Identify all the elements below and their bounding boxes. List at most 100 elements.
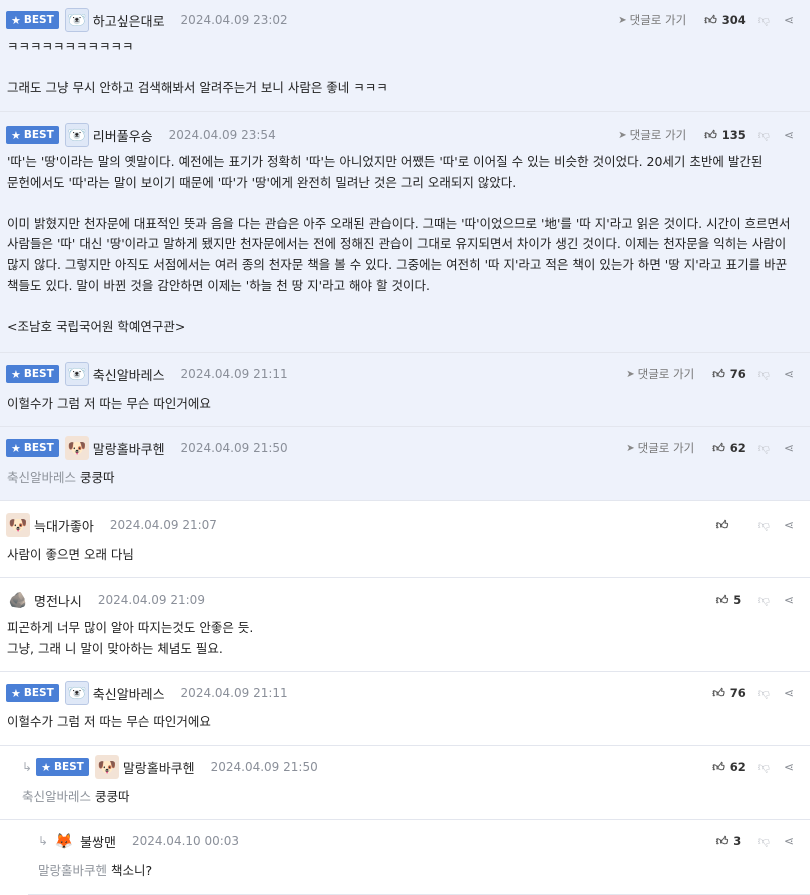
thumbs-down-icon[interactable]: 👎︎ [758, 441, 770, 456]
reply-link[interactable]: ➤ 댓글로 가기 [618, 127, 686, 143]
nickname[interactable]: 축신알바레스 [93, 365, 165, 384]
mention[interactable]: 축신알바레스 [7, 470, 76, 485]
comment-body: '따'는 '땅'이라는 말의 옛말이다. 예전에는 표기가 정확히 '따'는 아… [7, 154, 791, 334]
share-icon[interactable]: ⋖ [784, 760, 794, 774]
reply-link[interactable]: ➤ 댓글로 가기 [626, 440, 694, 456]
thumbs-down-icon[interactable]: 👎︎ [758, 367, 770, 382]
comment-item: ★ BEST 🐻‍❄️ 축신알바레스 2024.04.09 21:11 👍︎ 76 … [0, 672, 810, 746]
nickname[interactable]: 말랑홀바쿠헨 [93, 439, 165, 458]
comment-date: 2024.04.09 21:07 [109, 518, 217, 532]
comment-actions: ➤ 댓글로 가기 👍︎ 76 👎︎ ⋖ [626, 363, 794, 385]
comment-item: ★ BEST 🐻‍❄️ 축신알바레스 2024.04.09 21:11 ➤ 댓글로 … [0, 353, 810, 427]
comment-item: ★ BEST 🐻‍❄️ 리버풀우승 2024.04.09 23:54 ➤ 댓글로 가… [0, 112, 810, 353]
comment-item: ★ BEST 🐶 말랑홀바쿠헨 2024.04.09 21:50 ➤ 댓글로 가기 … [0, 427, 810, 501]
share-icon[interactable]: ⋖ [784, 834, 794, 848]
nickname[interactable]: 말랑홀바쿠헨 [123, 758, 195, 777]
mention[interactable]: 축신알바레스 [22, 789, 91, 804]
nickname[interactable]: 축신알바레스 [93, 684, 165, 703]
comment-body: 사람이 좋으면 오래 다님 [7, 547, 134, 562]
comment-text: 책소니? [111, 863, 153, 878]
like-button[interactable]: 👍︎ 304 [704, 13, 746, 28]
like-button[interactable]: 👍︎ [716, 518, 746, 533]
thumbs-up-icon: 👍︎ [715, 592, 729, 607]
avatar[interactable]: 🦊 [52, 829, 76, 853]
comment-item: ★ BEST 🐻‍❄️ 하고싶은대로 2024.04.09 23:02 ➤ 댓글로 … [0, 0, 810, 112]
comment-body: 피곤하게 너무 많이 알아 따지는것도 안좋은 듯. 그냥, 그래 니 말이 맞… [7, 620, 254, 656]
thumbs-up-icon: 👍︎ [715, 833, 729, 848]
comment-body: 이헐수가 그럼 저 따는 무슨 따인거에요 [7, 396, 211, 411]
thumbs-up-icon: 👍︎ [712, 440, 725, 455]
comment-body: 말랑홀바쿠헨 책소니? [38, 861, 798, 882]
avatar[interactable]: 🪨 [6, 588, 30, 612]
like-count: 304 [721, 13, 746, 27]
like-button[interactable]: 👍︎ 5 [716, 593, 746, 608]
share-icon[interactable]: ⋖ [784, 686, 794, 700]
thumbs-down-icon[interactable]: 👎︎ [758, 13, 770, 28]
thumbs-down-icon[interactable]: 👎︎ [758, 518, 770, 533]
comment-item: 🐶 늑대가좋아 2024.04.09 21:07 👍︎ 👎︎ ⋖ 사람이 좋으면… [0, 505, 810, 578]
thumbs-down-icon[interactable]: 👎︎ [758, 760, 770, 775]
nickname[interactable]: 명전나시 [34, 591, 82, 610]
comment-header: 🐶 늑대가좋아 2024.04.09 21:07 👍︎ 👎︎ ⋖ [6, 513, 794, 537]
like-button[interactable]: 👍︎ 62 [712, 441, 746, 456]
share-icon[interactable]: ⋖ [784, 518, 794, 532]
like-button[interactable]: 👍︎ 62 [712, 760, 746, 775]
comment-date: 2024.04.09 21:09 [97, 593, 205, 607]
thumbs-down-icon[interactable]: 👎︎ [758, 128, 770, 143]
like-count: 62 [729, 441, 746, 455]
comment-item: ↳ ★ BEST 🐶 말랑홀바쿠헨 2024.04.09 21:50 👍︎ 62 👎… [0, 746, 810, 820]
comment-body: ㅋㅋㅋㅋㅋㅋㅋㅋㅋㅋㅋ 그래도 그냥 무시 안하고 검색해봐서 알려주는거 보니… [7, 39, 388, 96]
avatar[interactable]: 🐶 [64, 436, 89, 460]
share-icon[interactable]: ⋖ [784, 367, 794, 381]
nickname[interactable]: 불쌍맨 [80, 832, 116, 851]
like-button[interactable]: 👍︎ 76 [712, 367, 746, 382]
thumbs-down-icon[interactable]: 👎︎ [758, 686, 770, 701]
reply-arrow-icon: ➤ [626, 368, 635, 380]
nickname[interactable]: 늑대가좋아 [34, 516, 94, 535]
share-icon[interactable]: ⋖ [784, 13, 794, 27]
share-icon[interactable]: ⋖ [784, 128, 794, 142]
best-badge: ★ BEST [6, 11, 59, 29]
avatar[interactable]: 🐻‍❄️ [64, 681, 89, 705]
thumbs-down-icon[interactable]: 👎︎ [758, 834, 770, 849]
comment-actions: ➤ 댓글로 가기 👍︎ 135 👎︎ ⋖ [618, 124, 794, 146]
comment-date: 2024.04.10 00:03 [131, 834, 240, 848]
comment-item: ↳ 🦊 불쌍맨 2024.04.10 00:03 👍︎ 3 👎︎ ⋖ 말랑홀바쿠헨… [0, 820, 810, 895]
reply-link[interactable]: ➤ 댓글로 가기 [618, 12, 686, 28]
comment-actions: 👍︎ 3 👎︎ ⋖ [716, 830, 794, 852]
reply-arrow-icon: ↳ [22, 760, 33, 774]
comment-actions: 👍︎ 5 👎︎ ⋖ [716, 589, 794, 611]
avatar[interactable]: 🐻‍❄️ [64, 123, 89, 147]
nickname[interactable]: 하고싶은대로 [93, 11, 165, 30]
like-count: 62 [729, 760, 746, 774]
share-icon[interactable]: ⋖ [784, 593, 794, 607]
best-badge: ★ BEST [6, 126, 59, 144]
thumbs-up-icon: 👍︎ [712, 366, 725, 381]
comment-header: ★ BEST 🐶 말랑홀바쿠헨 2024.04.09 21:50 ➤ 댓글로 가기 … [6, 436, 794, 460]
reply-arrow-icon: ↳ [38, 834, 49, 848]
avatar[interactable]: 🐻‍❄️ [64, 362, 89, 386]
reply-link[interactable]: ➤ 댓글로 가기 [626, 366, 694, 382]
comment-header: ★ BEST 🐻‍❄️ 하고싶은대로 2024.04.09 23:02 ➤ 댓글로 … [6, 8, 794, 32]
star-icon: ★ [11, 441, 21, 455]
mention[interactable]: 말랑홀바쿠헨 [38, 863, 107, 878]
star-icon: ★ [11, 686, 21, 700]
avatar[interactable]: 🐻‍❄️ [64, 8, 89, 32]
thumbs-up-icon: 👍︎ [712, 759, 725, 774]
avatar[interactable]: 🐶 [94, 755, 119, 779]
star-icon: ★ [11, 367, 21, 381]
like-button[interactable]: 👍︎ 3 [716, 834, 746, 849]
thumbs-up-icon: 👍︎ [712, 685, 725, 700]
nickname[interactable]: 리버풀우승 [93, 126, 153, 145]
comment-date: 2024.04.09 21:50 [180, 441, 288, 455]
star-icon: ★ [11, 13, 21, 27]
comment-header: ★ BEST 🐻‍❄️ 축신알바레스 2024.04.09 21:11 👍︎ 76 … [6, 681, 794, 705]
comment-text: 쿵쿵따 [95, 789, 130, 804]
like-button[interactable]: 👍︎ 135 [704, 128, 746, 143]
comment-date: 2024.04.09 23:02 [180, 13, 288, 27]
comment-date: 2024.04.09 23:54 [168, 128, 276, 142]
share-icon[interactable]: ⋖ [784, 441, 794, 455]
like-button[interactable]: 👍︎ 76 [712, 686, 746, 701]
thumbs-down-icon[interactable]: 👎︎ [758, 593, 770, 608]
avatar[interactable]: 🐶 [6, 513, 30, 537]
